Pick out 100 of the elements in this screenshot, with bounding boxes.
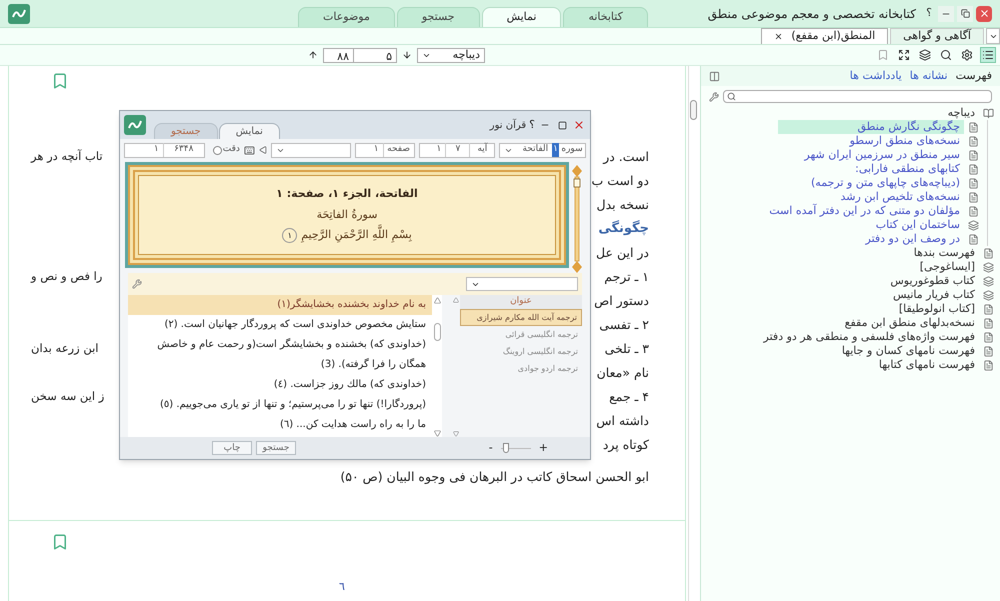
- layers-icon[interactable]: [917, 47, 933, 63]
- ayah-field[interactable]: ۱: [420, 143, 446, 157]
- verse-row[interactable]: (خداوندی که) بخشنده و بخشایشگر است(و رحمت عام و خاصش همگان را فرا گرفته). (3): [128, 335, 432, 375]
- main-tab[interactable]: نمایش: [482, 7, 562, 27]
- scroll-up-icon[interactable]: [453, 297, 459, 303]
- close-icon[interactable]: [774, 32, 784, 41]
- toc-item[interactable]: نسخه‌های تلخیص ابن رشد: [836, 190, 964, 204]
- body-text: تاب آنچه در هر: [31, 148, 103, 166]
- settings-icon[interactable]: [959, 47, 975, 63]
- page-icon: [983, 346, 994, 356]
- exact-radio[interactable]: [212, 146, 222, 154]
- toc-item[interactable]: ساختمان این کتاب: [872, 218, 964, 232]
- toc-item[interactable]: دیباچه: [944, 106, 979, 120]
- dialog-button[interactable]: جستجو: [256, 441, 296, 455]
- dialog-button[interactable]: چاپ: [212, 441, 252, 455]
- section-value: دیباچه: [452, 46, 480, 63]
- search-icon: [727, 92, 736, 101]
- body-text: ۱ ـ ترجم: [604, 268, 649, 286]
- search-field[interactable]: [723, 90, 992, 103]
- sidebar-tab[interactable]: فهرست: [956, 68, 992, 84]
- toc-item[interactable]: کتاب قطوغوریوس: [886, 274, 979, 288]
- tab-label: المنطق(ابن مقفع): [791, 28, 876, 44]
- down-arrow-icon[interactable]: [402, 50, 412, 60]
- window-title: کتابخانه تخصصی و معجم موضوعی منطق: [708, 6, 916, 22]
- wrench-icon[interactable]: [709, 92, 719, 102]
- keyboard-icon[interactable]: [244, 144, 255, 156]
- layers-icon: [968, 220, 979, 230]
- restore-button[interactable]: [957, 6, 973, 22]
- maximize-icon: [558, 120, 566, 130]
- help-button[interactable]: ؟: [923, 5, 935, 22]
- slider-thumb[interactable]: [503, 443, 510, 453]
- sidebar-tab[interactable]: یادداشت ها: [850, 68, 902, 84]
- verse-row[interactable]: ما را به راه راست هدایت کن... (٦): [128, 415, 432, 435]
- toc-item[interactable]: در وصف این دو دفتر: [862, 232, 964, 246]
- body-text: است. در: [603, 148, 649, 166]
- page-icon: [968, 150, 979, 160]
- zoom-in-button[interactable]: +: [538, 440, 548, 456]
- zoom-slider[interactable]: [500, 443, 531, 453]
- panel-toggle-icon[interactable]: [709, 70, 720, 82]
- minimize-button[interactable]: [938, 6, 954, 22]
- main-tab[interactable]: موضوعات: [298, 7, 395, 27]
- body-text: دستور اص: [594, 292, 649, 310]
- toc-item[interactable]: چگونگی نگارش منطق: [778, 120, 964, 134]
- count-field[interactable]: ۱: [125, 143, 164, 157]
- sidebar-tab[interactable]: نشانه ها: [910, 68, 948, 84]
- toc-item[interactable]: فهرست واژه‌های فلسفی و منطقی هر دو دفتر: [760, 330, 979, 344]
- body-text: ابو الحسن اسحاق کاتب در البرهان فی وجوه البیان (ص ۵۰): [340, 468, 649, 486]
- body-text: نام «معان: [596, 364, 649, 382]
- close-button[interactable]: [976, 6, 992, 22]
- translation-item[interactable]: ترجمه آیت الله مکارم شیرازی: [460, 309, 582, 326]
- basmala-text: بِسْمِ اللَّهِ الرَّحْمَنِ الرَّحِيمِ: [301, 227, 412, 244]
- expand-icon[interactable]: [896, 47, 912, 63]
- verse-row[interactable]: (پروردگارا!) تنها تو را می‌پرستیم؛ و تنها از تو یاری می‌جوییم. (٥): [128, 395, 432, 415]
- main-tab[interactable]: جستجو: [396, 7, 480, 27]
- body-text: ز این سه سخن: [31, 388, 104, 406]
- toc-item[interactable]: کتابهای منطقی فارابی:: [851, 162, 964, 176]
- body-text: داشته اس: [596, 412, 649, 430]
- verse-row[interactable]: ستایش مخصوص خداوندی است که پروردگار جهانیان است. (۲): [128, 315, 432, 335]
- scroll-down-icon[interactable]: [434, 430, 440, 437]
- body-text: ۴ ـ جمع: [609, 388, 649, 406]
- section-dropdown[interactable]: دیباچه: [417, 48, 485, 62]
- tab-list-dropdown[interactable]: [986, 28, 1000, 44]
- scroll-up-icon[interactable]: [434, 297, 440, 304]
- dialog-title: قرآن نور: [490, 118, 526, 132]
- toc-item[interactable]: مؤلفان دو متنی که در این دفتر آمده است: [765, 204, 964, 218]
- dropdown-field[interactable]: [270, 142, 352, 158]
- toc-item[interactable]: [کتاب انولوطیقا]: [894, 302, 979, 316]
- page-icon: [968, 192, 979, 202]
- play-back-icon[interactable]: [258, 146, 267, 154]
- page-icon: [968, 164, 979, 174]
- document-tab[interactable]: المنطق(ابن مقفع): [761, 28, 888, 44]
- list-icon[interactable]: [980, 47, 996, 63]
- scroll-down-icon[interactable]: [453, 431, 459, 437]
- close-icon: [573, 119, 585, 131]
- page-icon: [968, 178, 979, 188]
- main-tab[interactable]: کتابخانه: [563, 7, 648, 27]
- zoom-out-button[interactable]: -: [488, 440, 493, 456]
- toc-item[interactable]: [ایساغوجی]: [916, 260, 979, 274]
- toc-item[interactable]: سیر منطق در سرزمین ایران شهر: [800, 148, 964, 162]
- dialog-tab[interactable]: نمایش: [218, 123, 280, 139]
- body-text: را فص و نص و: [31, 268, 102, 286]
- page-field[interactable]: ۱: [356, 143, 384, 157]
- toc-item[interactable]: نسخه‌های منطق ارسطو: [846, 134, 964, 148]
- verse-row[interactable]: به نام خداوند بخشنده بخشایشگر(۱): [128, 295, 432, 315]
- toc-item[interactable]: نسخه‌بدلهای منطق ابن مقفع: [840, 316, 979, 330]
- toc-item[interactable]: فهرست نامهای کتابها: [874, 358, 979, 372]
- help-button[interactable]: ؟: [529, 116, 535, 134]
- page-icon: [983, 360, 994, 370]
- ayah-total: ۷: [446, 143, 470, 157]
- search-icon[interactable]: [938, 47, 954, 63]
- toc-item[interactable]: کتاب فریار مانیس: [889, 288, 979, 302]
- toc-item[interactable]: (دیباچه‌های چاپهای متن و ترجمه): [807, 176, 964, 190]
- document-tab[interactable]: آگاهی و گواهی: [890, 28, 984, 44]
- toc-item[interactable]: فهرست بندها: [910, 246, 979, 260]
- body-text: نسخه بدل: [596, 196, 649, 214]
- verse-row[interactable]: (خداوندی که) مالك روز جزاست. (٤): [128, 375, 432, 395]
- restore-icon: [960, 9, 970, 18]
- wrench-icon[interactable]: [132, 279, 142, 289]
- up-arrow-icon[interactable]: [308, 50, 318, 60]
- toc-item[interactable]: فهرست نامهای کسان و جایها: [838, 344, 979, 358]
